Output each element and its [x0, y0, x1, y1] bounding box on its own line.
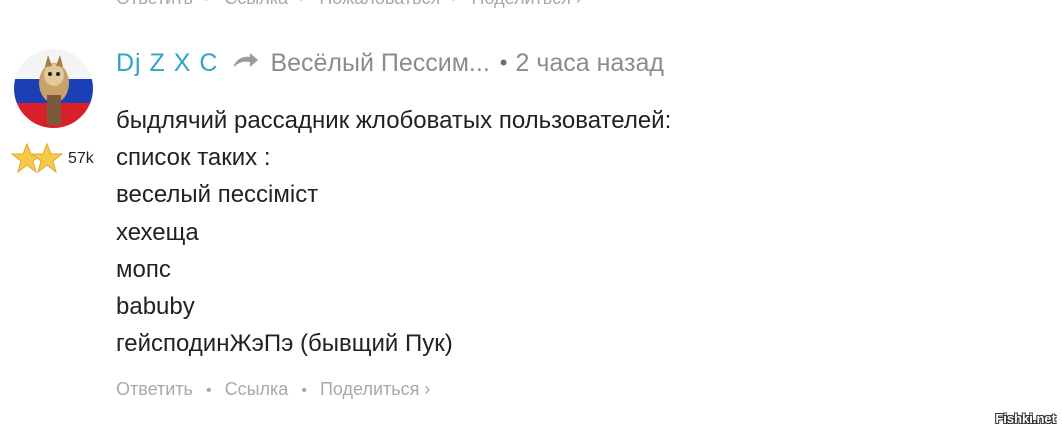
comment-line: быдлячий рассадник жлобоватых пользовате…: [116, 107, 672, 134]
reply-to-name[interactable]: Весёлый Пессим...: [270, 49, 489, 78]
karma-count: 57k: [68, 150, 94, 167]
prev-report-link[interactable]: Пожаловаться: [319, 0, 440, 8]
avatar[interactable]: [14, 49, 93, 128]
comment-line: список таких :: [116, 144, 271, 172]
prev-share-link[interactable]: Поделиться ›: [472, 0, 582, 8]
comment-line: хехеща: [116, 218, 199, 246]
author-name[interactable]: Dj Z X C: [116, 49, 218, 78]
comment-line: мопс: [116, 255, 171, 283]
comment-line: гейсподинЖэПэ (бывщий Пук): [116, 330, 453, 358]
comment-time[interactable]: 2 часа назад: [515, 49, 664, 78]
comment-body: быдлячий рассадник жлобоватых пользовате…: [116, 102, 671, 362]
previous-comment-actions: Ответить• Ссылка• Пожаловаться• Поделить…: [116, 0, 588, 9]
watermark: Fishki.net: [995, 411, 1056, 426]
action-separator: •: [301, 382, 307, 399]
action-separator: •: [205, 382, 212, 399]
avatar-image: [14, 49, 93, 128]
star-icon: [10, 142, 64, 174]
header-separator: •: [499, 50, 508, 75]
comment-actions: Ответить • Ссылка • Поделиться ›: [116, 379, 430, 400]
permalink-link[interactable]: Ссылка: [225, 379, 289, 399]
share-link[interactable]: Поделиться ›: [320, 379, 430, 399]
comment-line: веселый пессiмiст: [116, 181, 319, 209]
prev-link-link[interactable]: Ссылка: [224, 0, 288, 8]
reply-arrow-icon: [232, 53, 259, 73]
reply-link[interactable]: Ответить: [116, 379, 193, 399]
comment-header: Dj Z X C Весёлый Пессим... • 2 часа наза…: [116, 46, 664, 80]
prev-reply-link[interactable]: Ответить: [116, 0, 193, 8]
comment-line: babuby: [116, 293, 195, 321]
rating-stars: [10, 142, 64, 183]
